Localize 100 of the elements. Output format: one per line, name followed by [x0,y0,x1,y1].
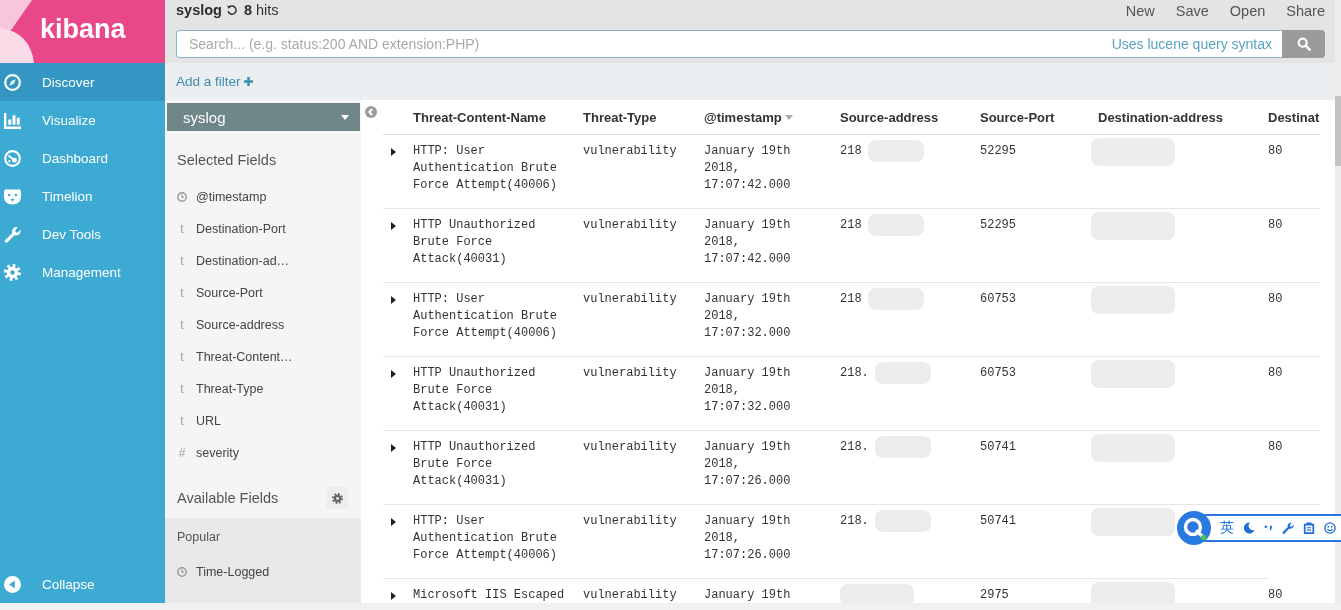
gear-icon [4,263,21,281]
column-header[interactable]: Source-Port [980,109,1055,125]
scrollbar-thumb[interactable] [1335,96,1341,166]
search-icon [1296,37,1311,51]
field-type-label: t [179,382,185,396]
table-cell: 218 [840,217,862,234]
table-cell: 80 [1268,586,1283,603]
table-cell: vulnerability [583,143,677,160]
column-header[interactable]: Threat-Type [583,109,657,125]
table-cell: 50741 [980,513,1016,530]
table-cell-text: HTTP Unauthorized Brute Force Attack(40031) [413,439,537,490]
gear-icon [331,492,343,504]
plus-icon [243,77,253,86]
section-title: Available Fields [177,489,279,508]
settings-button[interactable] [326,487,348,509]
hits-count: 8 [243,2,252,18]
menu-link[interactable]: Save [1175,3,1209,19]
menu-link[interactable]: Open [1229,3,1266,19]
table-cell-text: January 19th 2018, 17:07:42.000 [704,143,792,194]
table-cell-text: January 19th 2018, 17:07:32.000 [704,365,792,416]
compass-icon [4,73,21,91]
moon-icon[interactable] [1243,522,1255,534]
field-type-label: t [179,286,185,300]
expand-caret-icon[interactable] [391,518,396,526]
table-cell: 60753 [980,365,1016,382]
field-type-label: # [177,446,187,460]
table-cell: 80 [1268,143,1283,160]
column-header[interactable]: @timestamp [704,109,793,125]
field-type-label: t [179,414,185,428]
table-cell: vulnerability [583,217,677,234]
field-item[interactable]: t Destination-ad… [165,245,361,277]
field-item[interactable]: @timestamp [165,181,361,213]
bar-chart-icon [4,111,21,129]
field-item[interactable]: t Source-address [165,309,361,341]
column-header[interactable]: Destination-address [1098,109,1223,125]
expand-caret-icon[interactable] [391,222,396,230]
table-cell: 80 [1268,365,1283,382]
clipboard-icon[interactable] [1303,522,1315,534]
table-cell-text: January 19th 2018, 17:07:26.000 [704,513,792,564]
table-cell-text: January 19th 2018, 17:07:26.000 [704,439,792,490]
field-item[interactable]: t URL [165,405,361,437]
column-header[interactable]: Threat-Content-Name [413,109,546,125]
input-mode-toggle[interactable]: 英 [1220,519,1234,537]
dashboard-gauge-icon [4,149,21,167]
ring-logo-icon[interactable] [1177,511,1211,545]
column-header[interactable]: Destinat [1268,109,1320,125]
field-type-label: t [179,254,185,268]
table-cell: vulnerability [583,513,677,530]
field-item[interactable]: t Source-Port [165,277,361,309]
field-type-label: t [179,222,185,236]
table-cell: Microsoft IIS Escaped [413,587,565,603]
collapse-sidebar-button[interactable] [365,106,377,118]
search-button[interactable] [1282,30,1325,58]
table-cell: 80 [1268,217,1283,234]
field-item[interactable]: Time-Logged [165,556,361,588]
field-item[interactable]: t Threat-Content… [165,341,361,373]
chevron-left-icon [365,106,377,118]
table-cell: 52295 [980,143,1016,160]
field-type-label: t [179,318,185,332]
table-cell-text: January 19th 2018, 17:07:42.000 [704,217,792,268]
hits-label: hits [256,2,279,18]
expand-caret-icon[interactable] [391,444,396,452]
table-cell: vulnerability [583,291,677,308]
field-item[interactable]: t Threat-Type [165,373,361,405]
section-title: Selected Fields [177,151,277,170]
table-cell: 2975 [980,587,1009,603]
section-label: Popular [177,529,221,546]
table-cell-text: HTTP Unauthorized Brute Force Attack(40031) [413,217,537,268]
table-cell-text: HTTP Unauthorized Brute Force Attack(40031) [413,365,537,416]
expand-caret-icon[interactable] [391,296,396,304]
expand-caret-icon[interactable] [391,370,396,378]
table-cell: 218 [840,291,862,308]
table-cell: January 19th [704,587,791,603]
table-cell: 218 [840,143,862,160]
expand-caret-icon[interactable] [391,148,396,156]
table-cell: vulnerability [583,587,677,603]
smiley-icon[interactable] [1324,522,1336,534]
table-cell: 50741 [980,439,1016,456]
logo-text: kibana [40,13,126,45]
table-cell-text: January 19th 2018, 17:07:32.000 [704,291,792,342]
scrollbar[interactable] [1335,0,1341,603]
table-cell: vulnerability [583,365,677,382]
field-item[interactable]: t Destination-Port [165,213,361,245]
column-header[interactable]: Source-address [840,109,939,125]
menu-link[interactable]: New [1125,3,1155,19]
expand-caret-icon[interactable] [391,592,396,600]
field-item[interactable]: # severity [165,437,361,469]
clock-icon [177,192,187,202]
table-cell: 60753 [980,291,1016,308]
index-pattern-dropdown[interactable]: syslog [167,103,360,131]
caret-down-icon [341,114,349,120]
table-cell-text: HTTP: User Authentication Brute Force Attempt(40006) [413,291,559,342]
clock-icon [177,567,187,577]
table-cell: vulnerability [583,439,677,456]
refresh-icon[interactable] [225,4,238,16]
table-cell-text: HTTP: User Authentication Brute Force Attempt(40006) [413,143,559,194]
menu-link[interactable]: Share [1286,3,1325,19]
wrench-icon[interactable] [1282,522,1294,534]
punctuation-icon[interactable] [1264,523,1273,533]
table-cell: 80 [1268,439,1283,456]
